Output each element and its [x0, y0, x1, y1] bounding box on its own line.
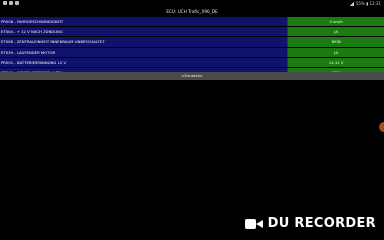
notification-icon	[3, 1, 7, 5]
parameter-label: ET004 - + 12 V NACH ZÜNDUNG	[0, 27, 289, 37]
parameter-value: 0 km/h	[288, 17, 384, 27]
parameter-value: 14.12 V	[288, 57, 384, 67]
table-row[interactable]: ET008 - ZENTRALEINHEIT INNENRAUM UNBESCH…	[0, 37, 384, 48]
parameter-label: PR001 - BATTERIESPANNUNG 12 V	[0, 57, 289, 67]
back-button[interactable]: <Zurueck>	[0, 72, 384, 80]
camera-icon	[244, 218, 263, 230]
table-row[interactable]: ET004 - + 12 V NACH ZÜNDUNG JA	[0, 27, 384, 38]
status-bar: 55% ▮ 12:31	[0, 0, 384, 7]
status-notification-icons	[3, 1, 19, 5]
notification-icon	[15, 1, 19, 5]
notification-icon	[9, 1, 13, 5]
parameter-value: NEIN	[288, 37, 384, 47]
app-screen: 55% ▮ 12:31 ECU: UCH Trafic_X90_DE PR008…	[0, 0, 384, 240]
table-row[interactable]: PR001 - BATTERIESPANNUNG 12 V 14.12 V	[0, 57, 384, 68]
page-title: ECU: UCH Trafic_X90_DE	[166, 9, 218, 14]
status-text: 55% ▮ 12:31	[355, 1, 381, 6]
parameter-label: PR008 - FAHRGESCHWINDIGKEIT	[0, 17, 289, 27]
parameter-label: ET039 - LAUFENDER MOTOR	[0, 47, 289, 57]
parameter-table: PR008 - FAHRGESCHWINDIGKEIT 0 km/h ET004…	[0, 17, 384, 79]
parameter-label: ET008 - ZENTRALEINHEIT INNENRAUM UNBESCH…	[0, 37, 289, 47]
signal-icon	[349, 1, 354, 6]
watermark-text: DU RECORDER	[267, 216, 376, 231]
table-row[interactable]: PR008 - FAHRGESCHWINDIGKEIT 0 km/h	[0, 17, 384, 28]
table-row[interactable]: ET039 - LAUFENDER MOTOR JA	[0, 47, 384, 58]
parameter-value: JA	[288, 47, 384, 57]
recorder-watermark: DU RECORDER	[244, 216, 376, 231]
floating-record-handle[interactable]	[379, 122, 384, 132]
status-system-info: 55% ▮ 12:31	[349, 1, 381, 6]
parameter-value: JA	[288, 27, 384, 37]
